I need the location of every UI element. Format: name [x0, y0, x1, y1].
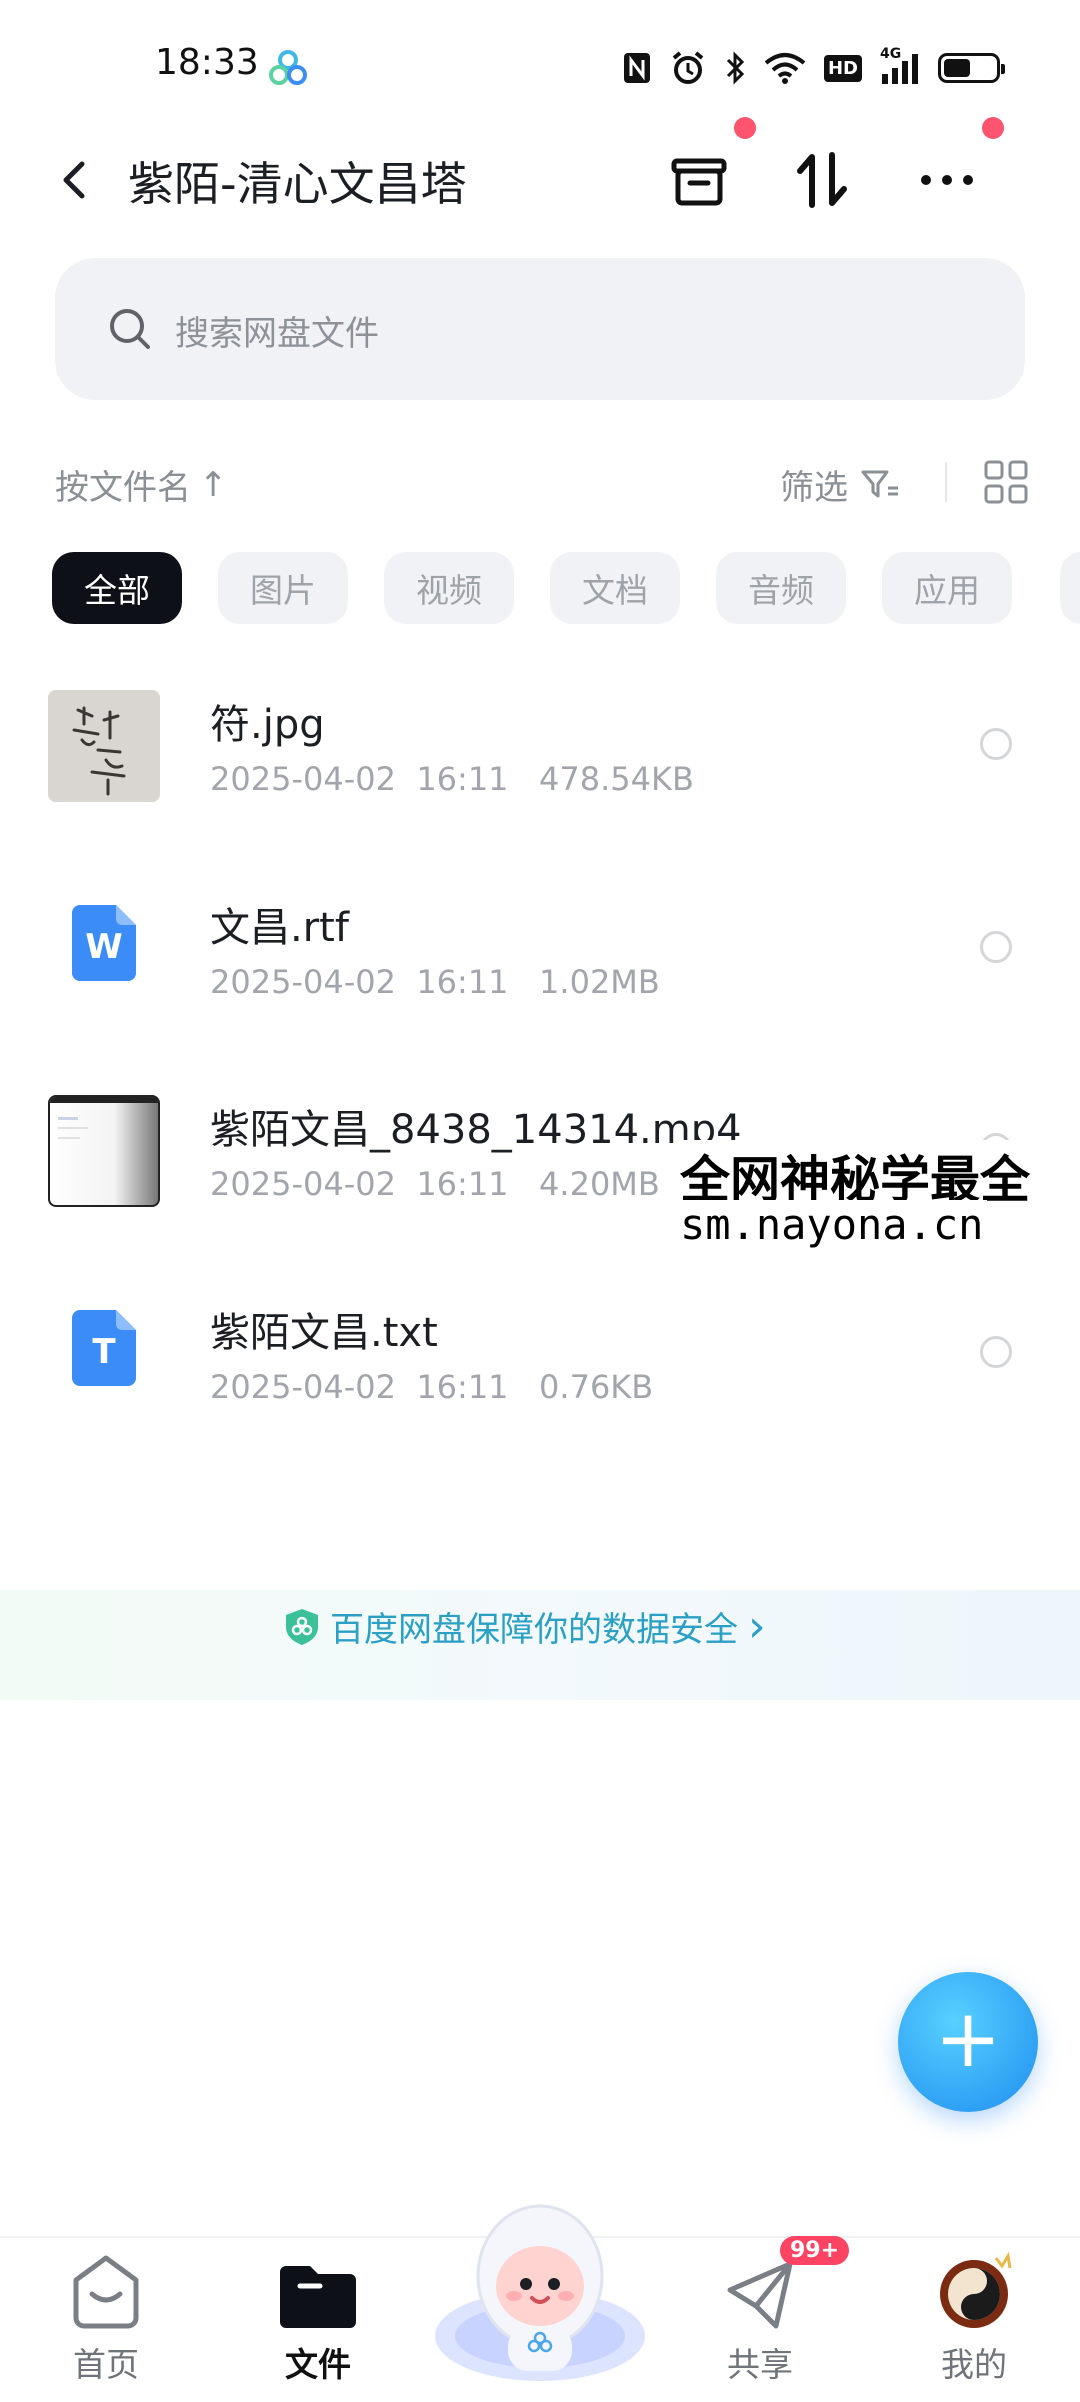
home-icon [73, 2255, 139, 2329]
file-size: 0.76KB [539, 1368, 654, 1406]
select-radio[interactable] [980, 728, 1012, 760]
mascot-button[interactable] [430, 2186, 650, 2386]
file-icon-letter: W [85, 927, 123, 967]
filter-label: 筛选 [780, 468, 848, 508]
nav-label: 文件 [285, 2345, 351, 2384]
file-date: 2025-04-02 [210, 760, 396, 798]
chevron-right-icon: › [748, 1600, 766, 1652]
transfer-button[interactable] [788, 145, 858, 215]
folder-icon [280, 2266, 356, 2328]
plus-icon: + [934, 1992, 1002, 2085]
alarm-icon [670, 50, 706, 86]
hd-label: HD [823, 54, 862, 82]
nav-home[interactable]: 首页 [36, 2252, 176, 2384]
file-name: 紫陌文昌.txt [210, 1310, 438, 1356]
file-name: 符.jpg [210, 702, 325, 748]
tab-videos[interactable]: 视频 [384, 552, 514, 624]
sort-toggle[interactable]: 按文件名 ↑ [55, 460, 228, 509]
wifi-icon [764, 51, 806, 85]
battery-icon [938, 53, 1005, 83]
file-date: 2025-04-02 [210, 1165, 396, 1203]
file-time: 16:11 [416, 963, 509, 1001]
divider [945, 462, 947, 502]
archive-icon [671, 158, 727, 206]
tab-overflow[interactable] [1060, 552, 1080, 624]
nav-profile[interactable]: 我的 [904, 2251, 1044, 2384]
nav-label: 我的 [941, 2345, 1007, 2384]
chevron-left-icon [63, 161, 85, 199]
grid-view-button[interactable] [982, 458, 1030, 506]
file-date: 2025-04-02 [210, 1368, 396, 1406]
share-badge: 99+ [780, 2236, 850, 2265]
file-time: 16:11 [416, 760, 509, 798]
sort-label: 按文件名 [55, 468, 191, 508]
file-size: 478.54KB [539, 760, 694, 798]
file-name: 紫陌文昌_8438_14314.mp4 [210, 1107, 742, 1153]
mascot-icon [435, 2204, 645, 2381]
search-icon [110, 309, 150, 349]
file-icon-letter: T [92, 1332, 116, 1372]
bluetooth-icon [724, 50, 746, 86]
transfer-icon [797, 152, 847, 208]
file-name: 文昌.rtf [210, 905, 349, 951]
notification-dot [734, 117, 756, 139]
notification-dot [982, 117, 1004, 139]
shield-icon [286, 1608, 318, 1645]
search-placeholder: 搜索网盘文件 [175, 314, 379, 354]
filter-button[interactable]: 筛选 [780, 460, 900, 509]
banner-text: 百度网盘保障你的数据安全 [330, 1610, 738, 1650]
tab-all[interactable]: 全部 [52, 552, 182, 624]
more-icon [921, 175, 973, 185]
nav-files[interactable]: 文件 [248, 2252, 388, 2384]
file-meta: 2025-04-02 16:11 478.54KB [210, 760, 694, 798]
archive-button[interactable] [664, 145, 734, 215]
page-title: 紫陌-清心文昌塔 [128, 157, 467, 211]
status-time: 18:33 [155, 42, 259, 83]
status-icons: HD 4G [622, 46, 1005, 88]
tab-documents[interactable]: 文档 [550, 552, 680, 624]
file-time: 16:11 [416, 1165, 509, 1203]
add-button[interactable]: + [898, 1972, 1038, 2112]
select-radio[interactable] [980, 1336, 1012, 1368]
baidu-netdisk-logo-icon [268, 48, 308, 88]
file-meta: 2025-04-02 16:11 0.76KB [210, 1368, 653, 1406]
filter-icon [861, 470, 898, 497]
more-button[interactable] [912, 145, 982, 215]
file-row[interactable]: W 文昌.rtf 2025-04-02 16:11 1.02MB [0, 893, 1080, 1093]
search-input[interactable]: 搜索网盘文件 [55, 258, 1025, 400]
select-radio[interactable] [980, 931, 1012, 963]
nfc-icon [622, 51, 652, 85]
profile-avatar [940, 2251, 1012, 2328]
sort-arrow-icon: ↑ [199, 464, 228, 505]
file-date: 2025-04-02 [210, 963, 396, 1001]
signal-icon: 4G [880, 46, 920, 84]
video-thumbnail [48, 1095, 160, 1207]
file-meta: 2025-04-02 16:11 1.02MB [210, 963, 660, 1001]
nav-label: 共享 [727, 2345, 793, 2384]
file-time: 16:11 [416, 1368, 509, 1406]
category-tabs: 全部 图片 视频 文档 音频 应用 [52, 552, 1012, 624]
text-file-icon: T [72, 1310, 136, 1386]
tab-audio[interactable]: 音频 [716, 552, 846, 624]
back-button[interactable] [50, 150, 100, 210]
file-meta: 2025-04-02 16:11 4.20MB [210, 1165, 660, 1203]
watermark-line2: sm.nayona.cn [676, 1200, 988, 1249]
network-label: 4G [880, 46, 902, 62]
image-thumbnail [48, 690, 160, 802]
file-row[interactable]: T 紫陌文昌.txt 2025-04-02 16:11 0.76KB [0, 1298, 1080, 1498]
tab-apps[interactable]: 应用 [882, 552, 1012, 624]
hd-icon: HD [823, 54, 862, 82]
security-banner[interactable]: 百度网盘保障你的数据安全 › [284, 1602, 766, 1651]
file-size: 4.20MB [539, 1165, 660, 1203]
file-row[interactable]: 符.jpg 2025-04-02 16:11 478.54KB [0, 690, 1080, 890]
tab-images[interactable]: 图片 [218, 552, 348, 624]
grid-view-icon [984, 460, 1028, 504]
file-size: 1.02MB [539, 963, 660, 1001]
nav-label: 首页 [73, 2345, 139, 2384]
word-file-icon: W [72, 905, 136, 981]
